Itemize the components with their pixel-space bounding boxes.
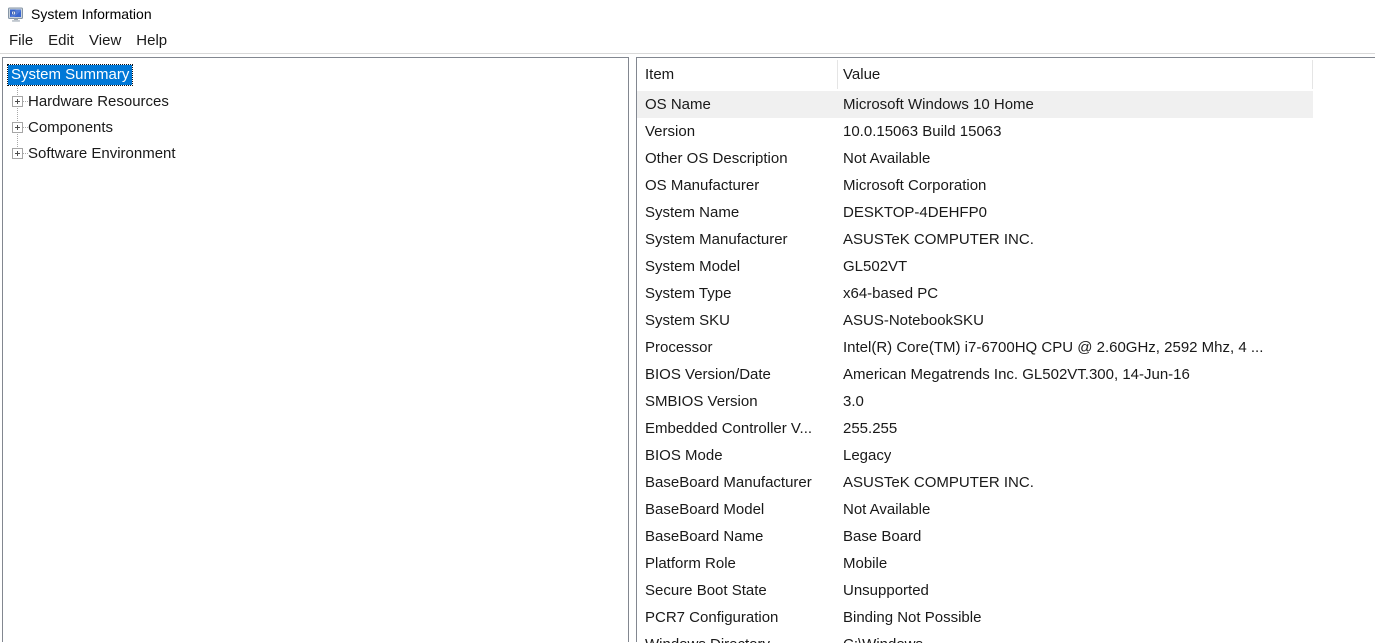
item-cell: Embedded Controller V... (637, 420, 837, 437)
item-cell: Platform Role (637, 555, 837, 572)
item-cell: BaseBoard Model (637, 501, 837, 518)
value-cell: Microsoft Corporation (837, 177, 986, 194)
menu-file[interactable]: File (9, 32, 33, 49)
item-cell: System Model (637, 258, 837, 275)
category-tree-pane: System Summary Hardware Resources Componen… (2, 57, 629, 642)
table-row[interactable]: OS NameMicrosoft Windows 10 Home (637, 91, 1313, 118)
menu-edit[interactable]: Edit (48, 32, 74, 49)
table-row[interactable]: BaseBoard ModelNot Available (637, 496, 1313, 523)
list-header: Item Value (637, 58, 1375, 91)
value-cell: ASUSTeK COMPUTER INC. (837, 231, 1034, 248)
table-row[interactable]: System ModelGL502VT (637, 253, 1313, 280)
value-cell: Mobile (837, 555, 887, 572)
tree-item-label[interactable]: Hardware Resources (28, 93, 169, 110)
title-bar: System Information (0, 0, 1375, 28)
tree-item-label[interactable]: Software Environment (28, 145, 176, 162)
table-row[interactable]: Embedded Controller V...255.255 (637, 415, 1313, 442)
expand-plus-icon[interactable] (12, 148, 23, 159)
expand-plus-icon[interactable] (12, 122, 23, 133)
item-cell: PCR7 Configuration (637, 609, 837, 626)
column-header-value[interactable]: Value (843, 66, 880, 83)
value-cell: Legacy (837, 447, 891, 464)
item-cell: OS Manufacturer (637, 177, 837, 194)
table-row[interactable]: PCR7 ConfigurationBinding Not Possible (637, 604, 1313, 631)
tree-item-label[interactable]: Components (28, 119, 113, 136)
item-cell: BIOS Mode (637, 447, 837, 464)
value-cell: GL502VT (837, 258, 907, 275)
value-cell: 255.255 (837, 420, 897, 437)
item-cell: System Manufacturer (637, 231, 837, 248)
expand-plus-icon[interactable] (12, 96, 23, 107)
item-cell: System SKU (637, 312, 837, 329)
table-row[interactable]: BIOS ModeLegacy (637, 442, 1313, 469)
value-cell: 3.0 (837, 393, 864, 410)
table-row[interactable]: Platform RoleMobile (637, 550, 1313, 577)
menu-separator (0, 53, 1375, 54)
tree-selected-label[interactable]: System Summary (8, 65, 132, 85)
item-cell: OS Name (637, 96, 837, 113)
tree: System Summary Hardware Resources Componen… (3, 58, 628, 166)
table-row[interactable]: BaseBoard NameBase Board (637, 523, 1313, 550)
table-row[interactable]: OS ManufacturerMicrosoft Corporation (637, 172, 1313, 199)
tree-item-components[interactable]: Components (3, 114, 628, 140)
item-cell: Secure Boot State (637, 582, 837, 599)
table-row[interactable]: System SKUASUS-NotebookSKU (637, 307, 1313, 334)
value-cell: Not Available (837, 501, 930, 518)
menu-help[interactable]: Help (136, 32, 167, 49)
column-header-item[interactable]: Item (645, 66, 674, 83)
table-row[interactable]: System ManufacturerASUSTeK COMPUTER INC. (637, 226, 1313, 253)
value-cell: x64-based PC (837, 285, 938, 302)
menu-bar: File Edit View Help (0, 28, 1375, 53)
table-row[interactable]: System NameDESKTOP-4DEHFP0 (637, 199, 1313, 226)
item-cell: Version (637, 123, 837, 140)
value-cell: Intel(R) Core(TM) i7-6700HQ CPU @ 2.60GH… (837, 339, 1263, 356)
table-row[interactable]: Other OS DescriptionNot Available (637, 145, 1313, 172)
window-title: System Information (31, 6, 152, 22)
table-row[interactable]: Secure Boot StateUnsupported (637, 577, 1313, 604)
table-row[interactable]: BIOS Version/DateAmerican Megatrends Inc… (637, 361, 1313, 388)
value-cell: Microsoft Windows 10 Home (837, 96, 1034, 113)
value-cell: Not Available (837, 150, 930, 167)
table-row[interactable]: SMBIOS Version3.0 (637, 388, 1313, 415)
column-separator[interactable] (837, 60, 838, 89)
value-cell: American Megatrends Inc. GL502VT.300, 14… (837, 366, 1190, 383)
value-cell: ASUS-NotebookSKU (837, 312, 984, 329)
item-cell: System Name (637, 204, 837, 221)
menu-view[interactable]: View (89, 32, 121, 49)
value-cell: DESKTOP-4DEHFP0 (837, 204, 987, 221)
item-cell: SMBIOS Version (637, 393, 837, 410)
details-pane: Item Value OS NameMicrosoft Windows 10 H… (636, 57, 1375, 642)
table-row[interactable]: Version10.0.15063 Build 15063 (637, 118, 1313, 145)
item-cell: Processor (637, 339, 837, 356)
tree-item-software-environment[interactable]: Software Environment (3, 140, 628, 166)
table-row[interactable]: BaseBoard ManufacturerASUSTeK COMPUTER I… (637, 469, 1313, 496)
table-row[interactable]: ProcessorIntel(R) Core(TM) i7-6700HQ CPU… (637, 334, 1313, 361)
value-cell: Binding Not Possible (837, 609, 981, 626)
value-cell: Unsupported (837, 582, 929, 599)
tree-item-hardware-resources[interactable]: Hardware Resources (3, 88, 628, 114)
value-cell: Base Board (837, 528, 921, 545)
value-cell: 10.0.15063 Build 15063 (837, 123, 1001, 140)
item-cell: System Type (637, 285, 837, 302)
tree-item-system-summary[interactable]: System Summary (3, 62, 628, 88)
system-information-icon (8, 7, 24, 23)
item-cell: BIOS Version/Date (637, 366, 837, 383)
item-cell: Other OS Description (637, 150, 837, 167)
details-rows: OS NameMicrosoft Windows 10 HomeVersion1… (637, 91, 1375, 643)
item-cell: BaseBoard Manufacturer (637, 474, 837, 491)
item-cell: BaseBoard Name (637, 528, 837, 545)
column-separator[interactable] (1312, 60, 1313, 89)
value-cell: ASUSTeK COMPUTER INC. (837, 474, 1034, 491)
table-row[interactable]: System Typex64-based PC (637, 280, 1313, 307)
table-row[interactable]: Windows DirectoryC:\Windows (637, 631, 1313, 643)
